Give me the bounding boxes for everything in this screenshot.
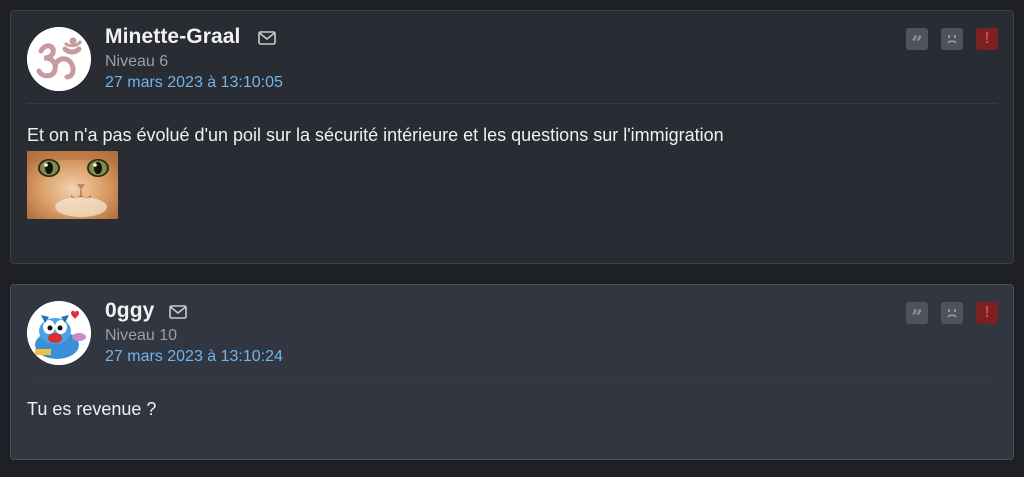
sad-face-icon [947, 35, 957, 44]
forum-post: 0ggy Niveau 10 27 mars 2023 à 13:10:24 ”… [10, 284, 1014, 460]
avatar[interactable] [27, 301, 91, 365]
cat-image[interactable] [27, 151, 118, 219]
post-date-link[interactable]: 27 mars 2023 à 13:10:24 [105, 348, 283, 366]
report-button[interactable]: ! [976, 28, 998, 50]
post-content: Et on n'a pas évolué d'un poil sur la sé… [27, 125, 724, 145]
quote-button[interactable]: ” [906, 302, 928, 327]
sad-face-button[interactable] [941, 28, 963, 50]
post-content: Tu es revenue ? [27, 399, 157, 419]
user-level: Niveau 10 [105, 327, 178, 344]
divider [27, 377, 997, 378]
post-actions: ” ! [906, 302, 998, 327]
sad-face-icon [947, 309, 957, 318]
oggy-cartoon-icon [27, 301, 91, 365]
post-actions: ” ! [906, 28, 998, 53]
user-level: Niveau 6 [105, 53, 169, 70]
username[interactable]: 0ggy [105, 299, 154, 323]
divider [27, 103, 997, 104]
report-button[interactable]: ! [976, 302, 998, 324]
message-feed: Minette-Graal Niveau 6 27 mars 2023 à 13… [0, 0, 1024, 477]
mail-icon[interactable] [258, 31, 276, 45]
mail-icon[interactable] [169, 305, 187, 319]
cat-face-image [27, 151, 118, 219]
quote-button[interactable]: ” [906, 28, 928, 53]
forum-post: Minette-Graal Niveau 6 27 mars 2023 à 13… [10, 10, 1014, 264]
avatar[interactable] [27, 27, 91, 91]
username[interactable]: Minette-Graal [105, 25, 241, 49]
post-date-link[interactable]: 27 mars 2023 à 13:10:05 [105, 74, 283, 92]
sad-face-button[interactable] [941, 302, 963, 324]
om-symbol-icon [27, 27, 91, 91]
